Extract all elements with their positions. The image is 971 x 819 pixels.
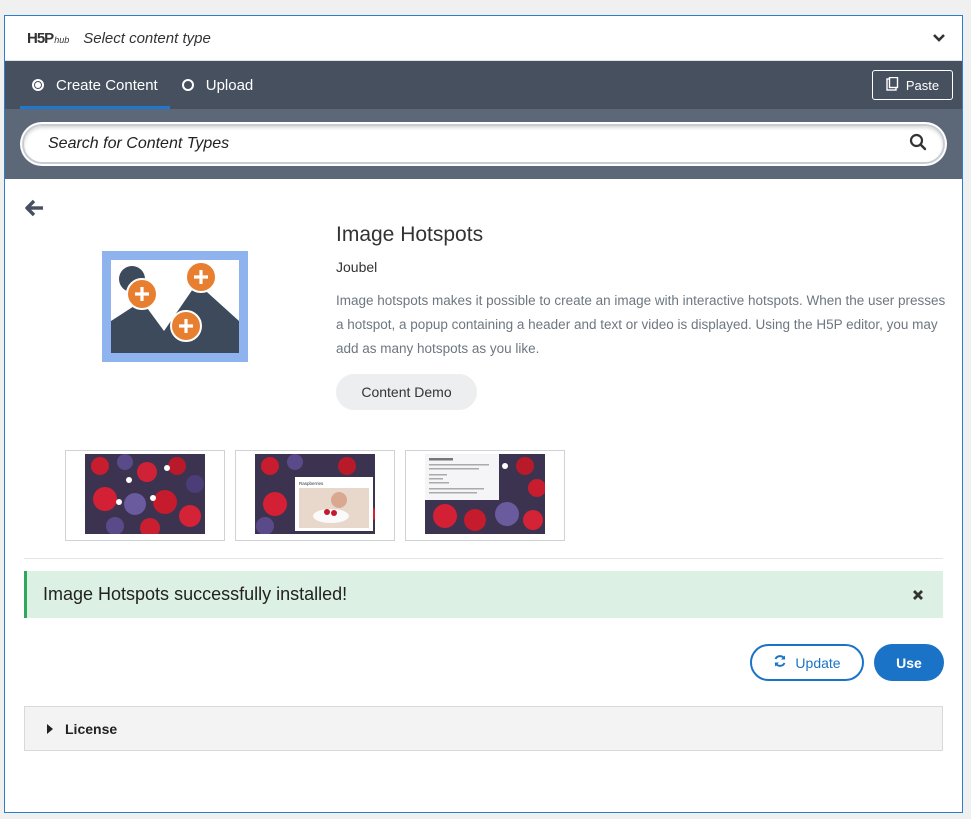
radio-unchecked-icon <box>181 79 194 91</box>
content-type-icon <box>102 251 248 362</box>
content-type-title: Image Hotspots <box>336 223 484 246</box>
tab-upload[interactable]: Upload <box>170 61 266 109</box>
paste-label: Paste <box>905 77 940 93</box>
search-icon[interactable] <box>909 133 927 156</box>
header-title: Select content type <box>83 29 211 47</box>
divider <box>24 558 943 559</box>
search-box[interactable] <box>22 124 945 164</box>
close-icon[interactable] <box>911 588 925 602</box>
logo-suffix: hub <box>54 34 70 45</box>
content-demo-button[interactable]: Content Demo <box>336 374 477 410</box>
content-type-owner: Joubel <box>336 259 378 275</box>
search-input[interactable] <box>46 134 909 154</box>
radio-checked-icon <box>32 79 44 91</box>
success-message-text: Image Hotspots successfully installed! <box>43 584 348 604</box>
logo-text: H5P <box>27 29 54 47</box>
success-message: Image Hotspots successfully installed! <box>24 571 943 618</box>
chevron-down-icon[interactable] <box>932 31 946 45</box>
screenshot-thumbnail[interactable] <box>65 450 225 541</box>
tab-create-content[interactable]: Create Content <box>20 61 170 109</box>
tab-label: Upload <box>205 76 254 94</box>
paste-button[interactable]: Paste <box>872 70 953 100</box>
h5p-hub: H5P hub Select content type Create Conte… <box>4 15 963 813</box>
screenshot-thumbnail[interactable]: Raspberries <box>235 450 395 541</box>
license-panel[interactable]: License <box>24 706 943 751</box>
arrow-left-icon[interactable] <box>25 199 45 222</box>
update-label: Update <box>795 654 841 671</box>
refresh-icon <box>773 654 787 671</box>
use-button[interactable]: Use <box>874 644 944 681</box>
h5p-hub-logo: H5P hub <box>27 30 69 47</box>
screenshot-thumbnail[interactable] <box>405 450 565 541</box>
tabs-bar: Create Content Upload Paste <box>5 61 962 109</box>
content-type-detail: Image Hotspots Joubel Image hotspots mak… <box>5 179 962 809</box>
paste-icon <box>886 76 899 94</box>
update-button[interactable]: Update <box>750 644 864 681</box>
search-band <box>5 109 962 179</box>
screenshot-gallery: Raspberries <box>65 450 565 541</box>
hub-header[interactable]: H5P hub Select content type <box>5 16 962 61</box>
content-type-description: Image hotspots makes it possible to crea… <box>336 293 946 356</box>
license-label: License <box>65 720 118 737</box>
caret-right-icon <box>47 723 53 734</box>
screenshot-overlay-title: Raspberries <box>299 481 324 486</box>
tab-label: Create Content <box>56 76 158 94</box>
